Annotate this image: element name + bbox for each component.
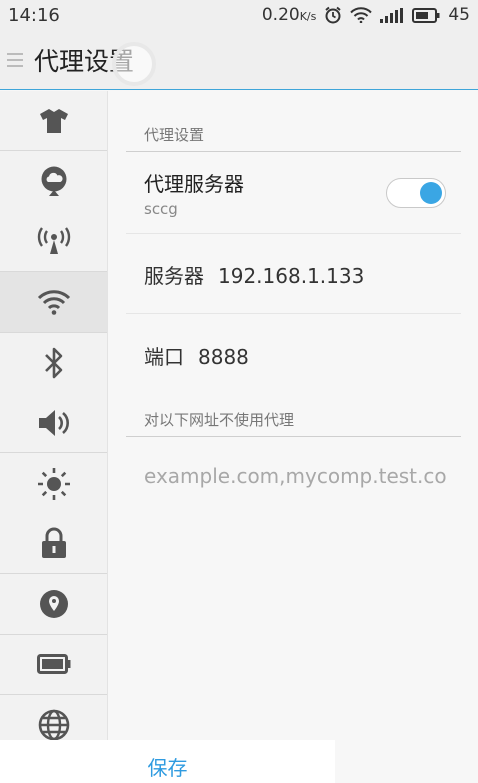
exclude-input[interactable]: example.com,mycomp.test.co bbox=[144, 464, 474, 488]
sidebar-item-battery[interactable] bbox=[0, 635, 107, 695]
shirt-icon bbox=[40, 108, 68, 133]
section-title: 代理设置 bbox=[144, 126, 205, 144]
app-bar: 代理设置 bbox=[0, 30, 478, 90]
row-divider bbox=[126, 233, 461, 234]
brightness-icon bbox=[38, 467, 70, 500]
sidebar-item-display[interactable] bbox=[0, 453, 107, 513]
sidebar-item-wifi[interactable] bbox=[0, 272, 107, 333]
port-value: 8888 bbox=[198, 345, 249, 369]
sidebar-item-bluetooth[interactable] bbox=[0, 333, 107, 393]
exclude-divider bbox=[126, 436, 461, 437]
battery-level: 45 bbox=[448, 5, 470, 25]
server-field[interactable]: 服务器 192.168.1.133 bbox=[144, 260, 364, 289]
toggle-knob bbox=[420, 182, 442, 204]
port-label: 端口 bbox=[144, 345, 184, 369]
save-bar: 保存 bbox=[0, 740, 335, 783]
status-bar: 14:16 0.20K/s 45 bbox=[0, 0, 478, 30]
sidebar-item-sound[interactable] bbox=[0, 393, 107, 454]
sidebar-item-cloud[interactable] bbox=[0, 151, 107, 211]
sidebar-item-hotspot[interactable] bbox=[0, 212, 107, 273]
row-divider bbox=[126, 313, 461, 314]
location-icon bbox=[40, 589, 68, 618]
proxy-server-subtitle: sccg bbox=[144, 200, 178, 218]
port-field[interactable]: 端口 8888 bbox=[144, 341, 249, 370]
cloud-icon bbox=[41, 166, 67, 196]
antenna-icon bbox=[37, 227, 71, 255]
wifi-icon bbox=[37, 290, 71, 315]
battery-icon bbox=[37, 654, 71, 675]
alarm-icon bbox=[324, 6, 342, 24]
proxy-toggle[interactable] bbox=[386, 178, 446, 208]
signal-icon bbox=[380, 7, 404, 23]
status-indicators: 0.20K/s 45 bbox=[262, 5, 470, 25]
wifi-status-icon bbox=[350, 7, 373, 23]
exclude-label: 对以下网址不使用代理 bbox=[144, 411, 295, 429]
sidebar-item-theme[interactable] bbox=[0, 91, 107, 152]
sidebar-item-security[interactable] bbox=[0, 514, 107, 575]
touch-ripple bbox=[112, 42, 156, 86]
bluetooth-icon bbox=[45, 347, 63, 379]
sidebar-item-location[interactable] bbox=[0, 574, 107, 635]
proxy-server-title: 代理服务器 bbox=[144, 172, 244, 196]
network-speed: 0.20K/s bbox=[261, 5, 317, 25]
section-divider bbox=[126, 151, 461, 152]
volume-icon bbox=[39, 409, 69, 436]
server-label: 服务器 bbox=[144, 264, 204, 288]
globe-icon bbox=[38, 709, 70, 741]
save-button[interactable]: 保存 bbox=[148, 752, 188, 781]
lock-icon bbox=[42, 527, 66, 559]
proxy-settings-panel: 代理设置 代理服务器 sccg 服务器 192.168.1.133 端口 8888 … bbox=[109, 91, 478, 783]
settings-sidebar bbox=[0, 91, 108, 783]
status-time: 14:16 bbox=[8, 4, 60, 26]
server-value: 192.168.1.133 bbox=[218, 264, 365, 288]
menu-icon[interactable] bbox=[0, 30, 30, 90]
battery-status-icon bbox=[412, 7, 440, 23]
